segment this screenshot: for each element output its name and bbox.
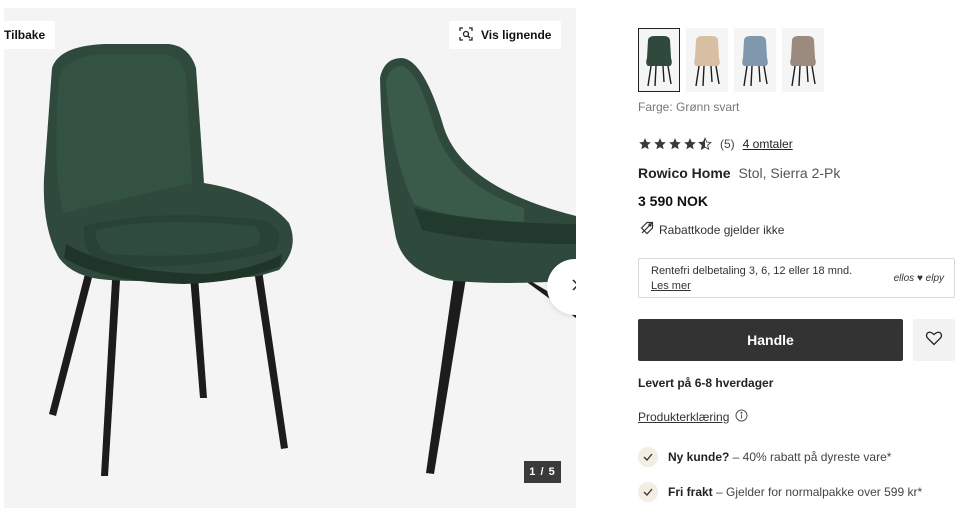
perk-title: Ny kunde? [668, 450, 730, 464]
scan-icon [459, 26, 473, 44]
discount-note-text: Rabattkode gjelder ikke [659, 222, 785, 237]
perk-title: Fri frakt [668, 485, 713, 499]
swatch-blue[interactable] [734, 28, 776, 92]
discount-tag-icon [640, 221, 654, 238]
ellos-elpy-logo: ellos ♥ elpy [893, 273, 944, 284]
swatch-brown[interactable] [782, 28, 824, 92]
chevron-right-icon [570, 278, 576, 297]
image-counter: 1 / 5 [524, 461, 561, 483]
show-similar-button[interactable]: Vis lignende [449, 21, 561, 49]
rating-count: (5) [720, 137, 735, 151]
star-icon [684, 138, 696, 150]
swatch-green-black[interactable] [638, 28, 680, 92]
perk-detail: – 40% rabatt på dyreste vare* [729, 450, 892, 464]
perk-detail: – Gjelder for normalpakke over 599 kr* [712, 485, 923, 499]
product-name: Stol, Sierra 2-Pk [738, 165, 841, 181]
star-icon [639, 138, 651, 150]
delivery-time: Levert på 6-8 hverdager [638, 376, 774, 390]
reviews-link[interactable]: 4 omtaler [743, 137, 793, 151]
product-declaration-link[interactable]: Produkterklæring [638, 410, 729, 424]
perk-text: Fri frakt – Gjelder for normalpakke over… [668, 485, 922, 499]
heart-icon [925, 330, 943, 351]
product-price: 3 590 NOK [638, 193, 709, 209]
rating-stars [638, 137, 712, 151]
color-swatches [638, 28, 824, 92]
chair-thumbnail [646, 36, 672, 87]
perk-new-customer: Ny kunde? – 40% rabatt på dyreste vare* [638, 447, 891, 467]
wishlist-button[interactable] [913, 319, 955, 361]
product-rating: (5) 4 omtaler [638, 137, 793, 151]
product-gallery[interactable]: Tilbake Vis lignende 1 / 5 [4, 8, 576, 508]
swatch-beige[interactable] [686, 28, 728, 92]
star-icon [654, 138, 666, 150]
selected-color-label: Farge: Grønn svart [638, 100, 740, 114]
perk-free-shipping: Fri frakt – Gjelder for normalpakke over… [638, 482, 922, 502]
product-declaration[interactable]: Produkterklæring [638, 409, 748, 425]
product-title: Rowico Home Stol, Sierra 2-Pk [638, 165, 840, 181]
check-icon [638, 447, 658, 467]
discount-note: Rabattkode gjelder ikke [640, 221, 784, 238]
product-brand[interactable]: Rowico Home [638, 165, 731, 181]
perk-text: Ny kunde? – 40% rabatt på dyreste vare* [668, 450, 891, 464]
star-icon [669, 138, 681, 150]
star-half-icon [698, 137, 712, 151]
chair-thumbnail [742, 36, 768, 87]
buy-button[interactable]: Handle [638, 319, 903, 361]
product-info: Farge: Grønn svart (5) 4 omtaler Rowico … [638, 0, 960, 508]
info-icon[interactable] [735, 409, 748, 425]
back-button[interactable]: Tilbake [4, 21, 56, 49]
check-icon [638, 482, 658, 502]
show-similar-label: Vis lignende [481, 28, 552, 42]
chair-thumbnail [694, 36, 720, 87]
financing-box: Rentefri delbetaling 3, 6, 12 eller 18 m… [638, 258, 955, 298]
product-image [43, 44, 576, 476]
chair-thumbnail [790, 36, 816, 87]
